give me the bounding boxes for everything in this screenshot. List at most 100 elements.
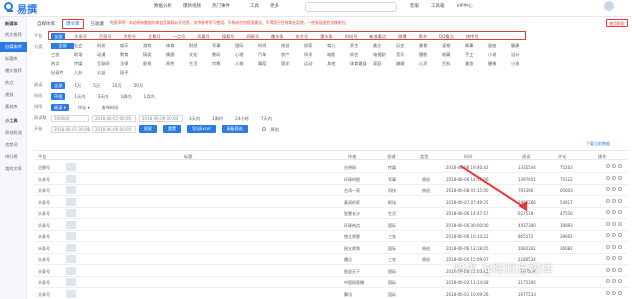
category-chip[interactable]: 两性	[166, 61, 189, 67]
more-icon[interactable]	[618, 187, 622, 191]
time-chip[interactable]: 1周内	[117, 93, 134, 100]
time-quick-chip[interactable]: 7天内	[258, 115, 275, 122]
sidebar-item[interactable]: 视频	[0, 90, 27, 100]
category-chip[interactable]: 职场	[74, 52, 97, 58]
platform-chip[interactable]: 搜狐号	[219, 33, 238, 40]
tab-active[interactable]: 爆文库	[62, 18, 84, 29]
category-chip[interactable]: 手工	[465, 52, 488, 58]
category-chip[interactable]: 百科	[442, 61, 465, 67]
table-row[interactable]: 头条号 网五视频 国际 原创 2018-06-06 12:18:05 1682342 360…	[34, 242, 628, 254]
category-chip[interactable]: 房产	[281, 52, 304, 58]
category-chip[interactable]: 运动	[304, 61, 327, 67]
category-chip[interactable]: 科技	[97, 43, 120, 49]
category-chip[interactable]: 段子	[120, 70, 143, 76]
category-chip[interactable]: 军事	[212, 43, 235, 49]
category-chip[interactable]: 体育健身	[350, 61, 373, 67]
more-icon[interactable]	[618, 198, 622, 203]
star-icon[interactable]	[606, 256, 610, 260]
star-icon[interactable]	[606, 244, 610, 249]
category-chip[interactable]: 小孩	[511, 61, 534, 67]
platform-chip[interactable]: 头条号	[71, 33, 90, 40]
avatar[interactable]	[604, 1, 614, 11]
category-chip[interactable]: 星座	[488, 43, 511, 49]
category-chip[interactable]: 探索	[304, 43, 327, 49]
article-thumbnail[interactable]	[66, 197, 76, 206]
category-chip[interactable]: 宗教	[212, 61, 235, 67]
table-row[interactable]: 头条号 中国网直播 国际 2018-06-02 11:24:08 2175300	[34, 276, 628, 288]
category-chip[interactable]: 小说	[488, 52, 511, 58]
category-chip[interactable]: 摄像	[488, 61, 511, 67]
sidebar-item[interactable]: 热点	[0, 78, 27, 88]
platform-chip[interactable]: 大鱼号	[121, 33, 140, 40]
more-icon[interactable]	[618, 210, 622, 214]
platform-chip[interactable]: 企鹅号	[145, 33, 164, 40]
article-thumbnail[interactable]	[66, 289, 76, 298]
platform-chip[interactable]: 网易号	[243, 33, 262, 40]
category-chip[interactable]: 时尚	[258, 43, 281, 49]
export-excel-button[interactable]: 导出Excel	[187, 125, 216, 133]
top-nav-item[interactable]: 爆款视频	[183, 3, 201, 9]
category-chip[interactable]: 生活	[189, 61, 212, 67]
category-chip[interactable]: 三农	[51, 52, 74, 58]
top-right-item[interactable]: 客服	[410, 3, 419, 9]
category-chip[interactable]: 数码	[212, 52, 235, 58]
time-quick-chip[interactable]: 24小时	[232, 115, 252, 122]
category-chip[interactable]: 宠物	[442, 43, 465, 49]
category-chip[interactable]: 全部	[51, 42, 74, 49]
copy-icon[interactable]	[612, 187, 616, 191]
category-chip[interactable]: 美妆	[465, 61, 488, 67]
category-chip[interactable]: 体育	[166, 43, 189, 49]
time-chip[interactable]: 不限	[51, 92, 66, 100]
sidebar-item[interactable]: 爆文推荐	[0, 66, 27, 76]
time-chip[interactable]: 3天内	[94, 93, 111, 100]
column-header[interactable]: 领域	[387, 154, 395, 160]
star-icon[interactable]	[606, 221, 610, 226]
table-row[interactable]: 企鹅号 光明网 传媒 2018-06-06 19:40:42 1335544 75203	[34, 161, 628, 173]
category-chip[interactable]: 社会	[74, 43, 97, 49]
category-chip[interactable]: 综艺	[350, 52, 373, 58]
date-to-input[interactable]: 2018-06-09 00:00	[92, 125, 136, 133]
platform-chip[interactable]: 一点号	[170, 33, 189, 40]
category-chip[interactable]: 影视	[143, 61, 166, 67]
more-icon[interactable]	[618, 164, 622, 168]
more-icon[interactable]	[618, 256, 622, 260]
column-header[interactable]: 标题	[184, 154, 192, 160]
table-row[interactable]: 头条号 泰润的家 职场 2018-06-07 07:49:25 2996266 54917	[34, 196, 628, 208]
star-icon[interactable]	[606, 290, 610, 295]
top-nav-item[interactable]: 数据分析	[154, 3, 172, 9]
start-date-input[interactable]: 2018-06-01 00:00	[92, 114, 136, 122]
search-button[interactable]: 搜索	[139, 125, 157, 133]
sort-chip[interactable]: 评论 ▾	[75, 104, 93, 111]
category-chip[interactable]: 养生	[350, 43, 373, 49]
star-icon[interactable]	[606, 233, 610, 237]
category-chip[interactable]: 电视剧	[373, 52, 396, 58]
time-quick-chip[interactable]: 3天内	[186, 115, 203, 122]
category-chip[interactable]: 八卦	[74, 70, 97, 76]
min-read-input[interactable]: 500000	[51, 114, 89, 122]
article-thumbnail[interactable]	[66, 220, 76, 229]
star-icon[interactable]	[606, 187, 610, 191]
category-chip[interactable]: 其他	[327, 61, 350, 67]
platform-chip[interactable]: 趣头条	[268, 33, 287, 40]
more-icon[interactable]	[618, 233, 622, 237]
copy-icon[interactable]	[612, 279, 616, 283]
top-nav-item[interactable]: 工具	[250, 3, 259, 9]
category-chip[interactable]: 动漫	[97, 52, 120, 58]
star-icon[interactable]	[606, 279, 610, 283]
category-chip[interactable]: 纪录片	[51, 70, 74, 76]
read-chip[interactable]: 5万	[90, 82, 103, 89]
copy-icon[interactable]	[612, 244, 616, 249]
column-header[interactable]: 操作	[598, 154, 606, 160]
category-chip[interactable]: 汽车	[258, 52, 281, 58]
sidebar-item[interactable]: 新媒体	[0, 19, 27, 29]
category-chip[interactable]: 教育	[120, 52, 143, 58]
column-header[interactable]: 类型	[420, 154, 428, 160]
search-input[interactable]	[305, 2, 397, 12]
article-thumbnail[interactable]	[66, 174, 76, 183]
table-row[interactable]: 头条号 台湾一家 科技 原创 2018-06-08 01:15:00 793396 6560…	[34, 184, 628, 196]
copy-icon[interactable]	[612, 290, 616, 295]
copy-icon[interactable]	[612, 210, 616, 214]
table-row[interactable]: 头条号 智慧长沙 生活 2018-06-06 14:47:57 627518 47516	[34, 207, 628, 219]
article-thumbnail[interactable]	[66, 266, 76, 275]
category-chip[interactable]: 收藏	[442, 52, 465, 58]
